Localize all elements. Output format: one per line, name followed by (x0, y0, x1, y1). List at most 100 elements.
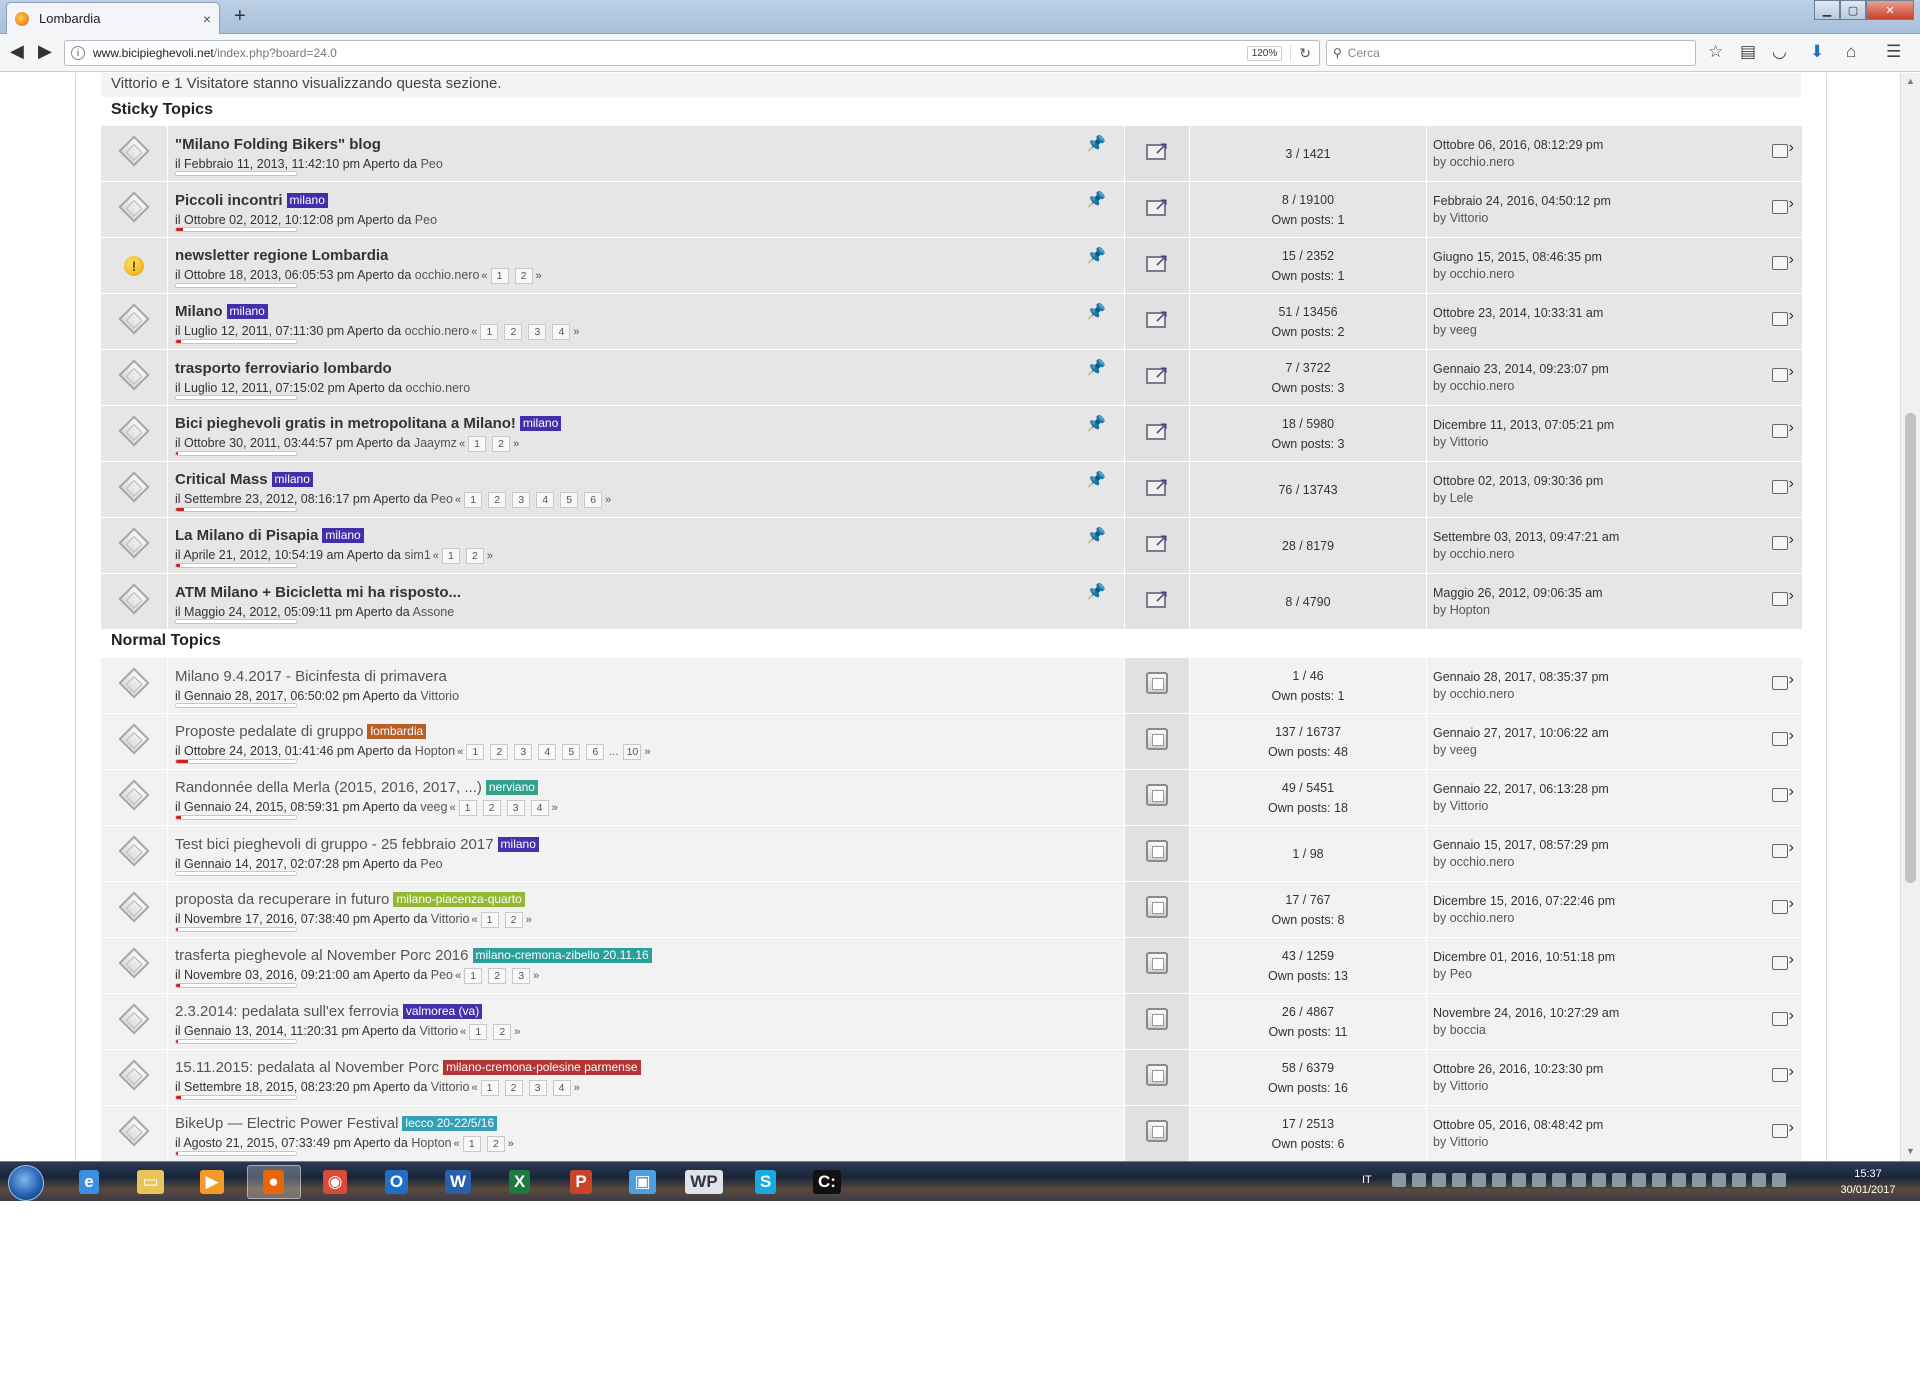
go-to-last-post-icon[interactable] (1772, 783, 1794, 802)
topic-title-link[interactable]: La Milano di Pisapia (175, 527, 318, 544)
topic-author-link[interactable]: occhio.nero (406, 381, 471, 395)
topic-author-link[interactable]: occhio.nero (405, 324, 470, 338)
last-post-user-link[interactable]: Vittorio (1450, 1079, 1489, 1093)
topic-tag[interactable]: valmorea (va) (402, 1004, 483, 1019)
pocket-icon[interactable]: ◡ (1772, 42, 1787, 62)
tray-icon[interactable] (1652, 1173, 1666, 1187)
page-link[interactable]: 4 (552, 1080, 571, 1096)
address-bar[interactable]: i www.bicipieghevoli.net/index.php?board… (64, 40, 1320, 66)
search-input[interactable]: ⚲ Cerca (1326, 40, 1696, 66)
page-link[interactable]: 3 (512, 492, 531, 508)
tray-icon[interactable] (1612, 1173, 1626, 1187)
go-to-last-post-icon[interactable] (1772, 475, 1794, 494)
page-link[interactable]: 3 (512, 968, 531, 984)
page-link[interactable]: 3 (514, 744, 533, 760)
topic-tag[interactable]: milano-cremona-polesine parmense (443, 1060, 641, 1075)
topic-tag[interactable]: milano (271, 472, 313, 487)
page-link[interactable]: 2 (504, 1080, 523, 1096)
topic-title-link[interactable]: 2.3.2014: pedalata sull'ex ferrovia (175, 1003, 399, 1020)
page-link[interactable]: 4 (536, 492, 555, 508)
page-link[interactable]: 1 (464, 968, 483, 984)
go-to-last-post-icon[interactable] (1772, 195, 1794, 214)
word-taskbar-icon[interactable]: W (431, 1165, 485, 1199)
topic-tag[interactable]: milano (519, 416, 562, 431)
topic-author-link[interactable]: Hopton (415, 744, 455, 758)
page-link[interactable]: 1 (490, 268, 509, 284)
topic-author-link[interactable]: occhio.nero (415, 268, 480, 282)
reload-icon[interactable]: ↻ (1290, 44, 1319, 62)
page-link[interactable]: 1 (462, 1136, 481, 1152)
topic-title-link[interactable]: trasferta pieghevole al November Porc 20… (175, 947, 469, 964)
close-window-button[interactable]: ✕ (1866, 0, 1914, 20)
go-to-last-post-icon[interactable] (1772, 1007, 1794, 1026)
last-post-user-link[interactable]: occhio.nero (1450, 687, 1515, 701)
new-tab-button[interactable]: + (234, 5, 246, 28)
home-icon[interactable]: ⌂ (1846, 42, 1856, 62)
tray-icon[interactable] (1692, 1173, 1706, 1187)
skype-taskbar-icon[interactable]: S (739, 1165, 793, 1199)
go-to-last-post-icon[interactable] (1772, 307, 1794, 326)
last-post-user-link[interactable]: veeg (1450, 743, 1477, 757)
tray-icon[interactable] (1632, 1173, 1646, 1187)
topic-author-link[interactable]: Vittorio (431, 912, 470, 926)
topic-author-link[interactable]: Peo (415, 213, 437, 227)
page-link[interactable]: 3 (506, 800, 525, 816)
last-post-user-link[interactable]: occhio.nero (1450, 379, 1515, 393)
last-post-user-link[interactable]: Peo (1450, 967, 1472, 981)
page-link[interactable]: 3 (528, 1080, 547, 1096)
topic-tag[interactable]: milano (226, 304, 268, 319)
page-link[interactable]: 2 (492, 436, 511, 452)
tray-icon[interactable] (1532, 1173, 1546, 1187)
topic-tag[interactable]: milano-piacenza-quarto (393, 892, 525, 907)
topic-author-link[interactable]: Peo (421, 157, 443, 171)
page-link[interactable]: 5 (560, 492, 579, 508)
go-to-last-post-icon[interactable] (1772, 895, 1794, 914)
chrome-taskbar-icon[interactable]: ◉ (308, 1165, 362, 1199)
topic-title-link[interactable]: Randonnée della Merla (2015, 2016, 2017,… (175, 779, 482, 796)
tray-icon[interactable] (1712, 1173, 1726, 1187)
page-scrollbar[interactable]: ▲ ▼ (1900, 73, 1920, 1161)
page-link[interactable]: 6 (586, 744, 605, 760)
page-link[interactable]: 4 (538, 744, 557, 760)
page-link[interactable]: 2 (488, 968, 507, 984)
browser-tab[interactable]: Lombardia × (6, 2, 220, 34)
scroll-up-icon[interactable]: ▲ (1906, 76, 1915, 86)
tray-icon[interactable] (1452, 1173, 1466, 1187)
site-info-icon[interactable]: i (71, 46, 85, 60)
internet-explorer-taskbar-icon[interactable]: e (62, 1165, 116, 1199)
topic-title-link[interactable]: Critical Mass (175, 471, 268, 488)
page-link[interactable]: 2 (504, 324, 523, 340)
command-prompt-taskbar-icon[interactable]: C: (800, 1165, 854, 1199)
go-to-last-post-icon[interactable] (1772, 1119, 1794, 1138)
start-button[interactable] (8, 1165, 44, 1201)
topic-title-link[interactable]: proposta da recuperare in futuro (175, 891, 389, 908)
topic-title-link[interactable]: 15.11.2015: pedalata al November Porc (175, 1059, 439, 1076)
tray-icon[interactable] (1732, 1173, 1746, 1187)
page-link[interactable]: 1 (469, 1024, 488, 1040)
tray-icon[interactable] (1492, 1173, 1506, 1187)
last-post-user-link[interactable]: occhio.nero (1450, 547, 1515, 561)
page-link[interactable]: 4 (552, 324, 571, 340)
topic-title-link[interactable]: Proposte pedalate di gruppo (175, 723, 363, 740)
page-link[interactable]: 1 (468, 436, 487, 452)
topic-author-link[interactable]: Peo (420, 857, 442, 871)
topic-title-link[interactable]: Milano 9.4.2017 - Bicinfesta di primaver… (175, 668, 447, 685)
media-player-taskbar-icon[interactable]: ▶ (185, 1165, 239, 1199)
topic-author-link[interactable]: Vittorio (420, 689, 459, 703)
page-link[interactable]: 6 (584, 492, 603, 508)
tray-icon[interactable] (1672, 1173, 1686, 1187)
topic-title-link[interactable]: Milano (175, 303, 223, 320)
tray-icon[interactable] (1412, 1173, 1426, 1187)
page-link[interactable]: 2 (482, 800, 501, 816)
page-link[interactable]: 1 (458, 800, 477, 816)
last-post-user-link[interactable]: occhio.nero (1450, 855, 1515, 869)
last-post-user-link[interactable]: Vittorio (1450, 435, 1489, 449)
tray-icon[interactable] (1572, 1173, 1586, 1187)
system-clock[interactable]: 15:37 30/01/2017 (1830, 1166, 1906, 1198)
topic-tag[interactable]: milano (286, 193, 328, 208)
page-link[interactable]: 2 (486, 1136, 505, 1152)
page-link[interactable]: 1 (464, 492, 483, 508)
go-to-last-post-icon[interactable] (1772, 587, 1794, 606)
go-to-last-post-icon[interactable] (1772, 363, 1794, 382)
topic-title-link[interactable]: BikeUp — Electric Power Festival (175, 1115, 398, 1132)
